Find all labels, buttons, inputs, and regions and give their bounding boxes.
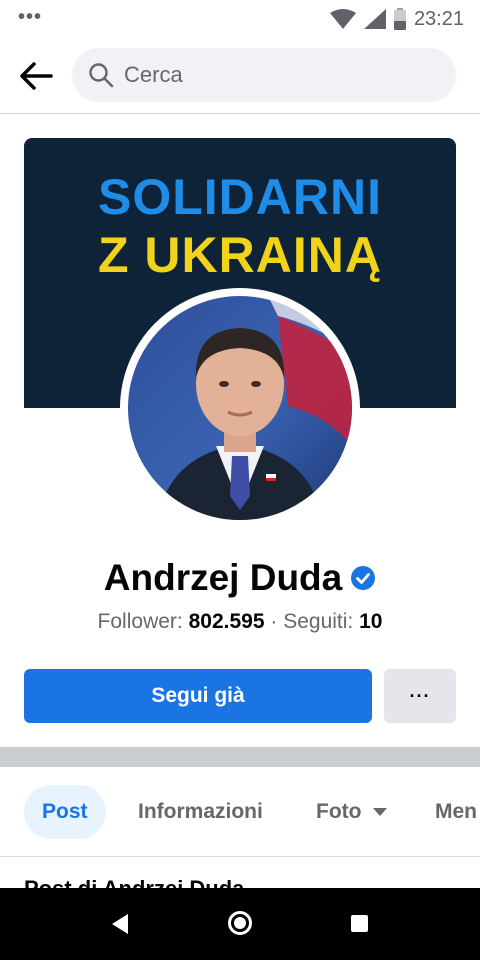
following-label: Seguiti: bbox=[283, 610, 354, 633]
section-divider bbox=[0, 747, 480, 767]
status-icons: 23:21 bbox=[329, 7, 464, 30]
profile-stats: Follower: 802.595 · Seguiti: 10 bbox=[0, 610, 480, 634]
back-button[interactable] bbox=[14, 56, 58, 96]
tab-menu[interactable]: Men bbox=[435, 785, 477, 839]
profile-avatar[interactable] bbox=[120, 288, 360, 528]
verified-badge-icon bbox=[351, 566, 376, 590]
search-header: Cerca bbox=[0, 38, 480, 114]
following-count[interactable]: 10 bbox=[359, 610, 382, 633]
profile-tabs: Post Informazioni Foto Men bbox=[0, 767, 480, 857]
stats-separator: · bbox=[270, 610, 278, 633]
profile-name-row: Andrzej Duda bbox=[0, 552, 480, 604]
back-arrow-icon bbox=[20, 62, 53, 90]
followers-count[interactable]: 802.595 bbox=[189, 610, 265, 633]
following-button[interactable]: Segui già bbox=[24, 669, 372, 723]
tab-post-label: Post bbox=[42, 800, 88, 823]
avatar-photo bbox=[128, 296, 352, 520]
more-options-button[interactable]: ··· bbox=[384, 669, 456, 723]
status-time: 23:21 bbox=[413, 7, 464, 30]
search-input[interactable]: Cerca bbox=[72, 48, 456, 102]
tab-foto-label: Foto bbox=[316, 800, 362, 823]
profile-name: Andrzej Duda bbox=[103, 557, 343, 598]
search-icon bbox=[89, 63, 114, 88]
tab-foto[interactable]: Foto bbox=[316, 785, 388, 839]
tab-post[interactable]: Post bbox=[24, 785, 106, 839]
battery-icon bbox=[393, 8, 406, 30]
followers-label: Follower: bbox=[97, 610, 183, 633]
tab-informazioni-label: Informazioni bbox=[138, 800, 263, 823]
nav-home-icon[interactable] bbox=[228, 911, 252, 935]
chevron-down-icon bbox=[373, 808, 388, 816]
cover-text-line2: Z UKRAINĄ bbox=[98, 227, 382, 283]
wifi-icon bbox=[329, 9, 356, 29]
cover-text-line1: SOLIDARNI bbox=[98, 169, 382, 225]
signal-icon bbox=[363, 9, 386, 29]
system-nav-bar bbox=[0, 888, 480, 960]
status-bar: ••• 23:21 bbox=[0, 0, 480, 38]
nav-recent-apps-icon[interactable] bbox=[351, 915, 368, 932]
tab-informazioni[interactable]: Informazioni bbox=[138, 785, 263, 839]
tab-menu-label: Men bbox=[435, 800, 477, 823]
nav-back-icon[interactable] bbox=[110, 913, 130, 935]
search-placeholder: Cerca bbox=[124, 62, 183, 87]
notification-dots-icon: ••• bbox=[18, 6, 43, 28]
